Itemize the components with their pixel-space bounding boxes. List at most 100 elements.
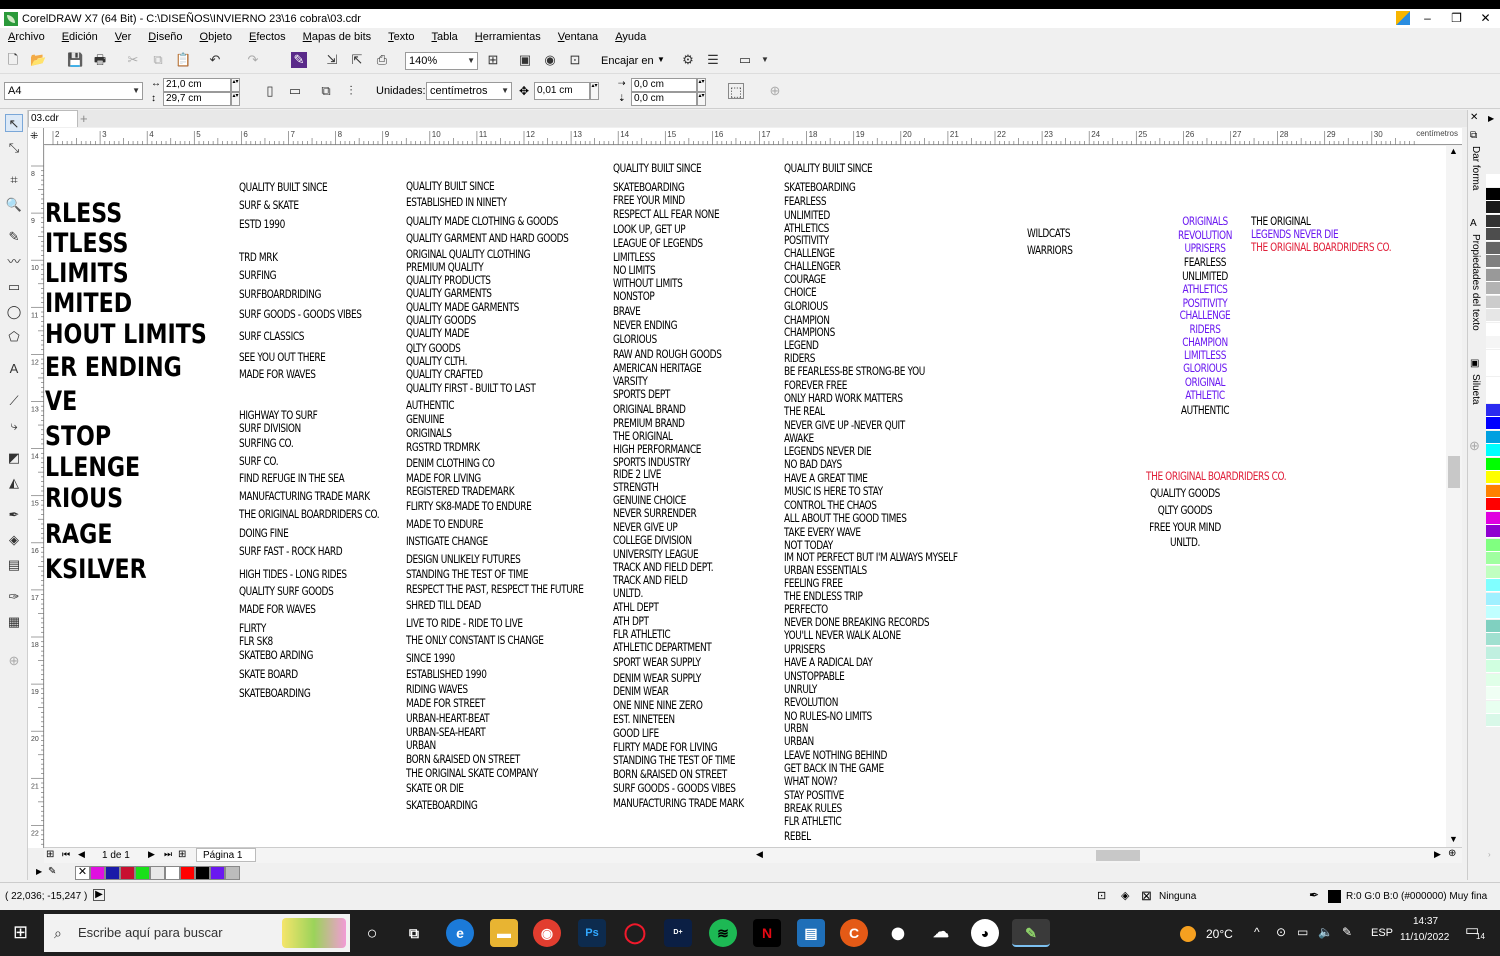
canvas-text-item[interactable]: QUALITY GARMENTS bbox=[406, 286, 492, 300]
add-tab-icon[interactable]: + bbox=[80, 111, 88, 126]
canvas-text-item[interactable]: RIDE 2 LIVE bbox=[613, 467, 661, 481]
vertical-scroll-thumb[interactable] bbox=[1448, 456, 1460, 488]
menu-efectos[interactable]: Efectos bbox=[249, 31, 286, 43]
canvas-text-item[interactable]: LIVE TO RIDE - RIDE TO LIVE bbox=[406, 616, 523, 630]
launcher-chevron-down-icon[interactable]: ▼ bbox=[757, 52, 773, 68]
canvas-text-item[interactable]: NEVER GIVE UP -NEVER QUIT bbox=[784, 418, 905, 432]
canvas-text-item[interactable]: HIGH PERFORMANCE bbox=[613, 442, 701, 456]
canvas-text-item[interactable]: ONE NINE NINE ZERO bbox=[613, 698, 703, 712]
canvas-text-item[interactable]: SHRED TILL DEAD bbox=[406, 598, 481, 612]
canvas-text-item[interactable]: SURF FAST - ROCK HARD bbox=[239, 544, 343, 558]
canvas-text-item[interactable]: BORN &RAISED ON STREET bbox=[406, 752, 520, 766]
canvas-text-item[interactable]: TRACK AND FIELD DEPT. bbox=[613, 560, 714, 574]
canvas-text-item[interactable]: MADE TO ENDURE bbox=[406, 517, 483, 531]
photoshop-icon[interactable]: Ps bbox=[578, 919, 606, 947]
canvas-text-item[interactable]: SURF & SKATE bbox=[239, 198, 299, 212]
canvas-text-item[interactable]: NO BAD DAYS bbox=[784, 457, 842, 471]
canvas-text-item[interactable]: RESPECT ALL FEAR NONE bbox=[613, 207, 720, 221]
canvas-text-item[interactable]: TRACK AND FIELD bbox=[613, 573, 688, 587]
show-grid-icon[interactable]: ⊡ bbox=[567, 52, 583, 68]
spotify-icon[interactable]: ≋ bbox=[709, 919, 737, 947]
next-page-icon[interactable]: ▶ bbox=[148, 849, 155, 860]
app-blue-icon[interactable]: ▤ bbox=[797, 919, 825, 947]
canvas-text-item[interactable]: HIGHWAY TO SURF bbox=[239, 408, 318, 422]
windows-start-icon[interactable]: ⊞ bbox=[13, 922, 28, 943]
canvas-text-item[interactable]: RGSTRD TRDMRK bbox=[406, 440, 480, 454]
canvas-text-item[interactable]: FIND REFUGE IN THE SEA bbox=[239, 471, 345, 485]
canvas-text-item[interactable]: SURF CLASSICS bbox=[239, 329, 304, 343]
canvas-text-item[interactable]: HIGH TIDES - LONG RIDES bbox=[239, 567, 347, 581]
weather-temp[interactable]: 20°C bbox=[1206, 927, 1233, 941]
canvas-text-item[interactable]: LIMITLESS bbox=[613, 250, 655, 264]
palette-swatch[interactable] bbox=[1486, 295, 1500, 309]
palette-swatch[interactable] bbox=[1486, 552, 1500, 565]
canvas-text-item[interactable]: ATHLETICS bbox=[1166, 282, 1244, 296]
palette-swatch[interactable] bbox=[1486, 417, 1500, 430]
canvas-text-item[interactable]: PREMIUM QUALITY bbox=[406, 260, 484, 274]
new-document-icon[interactable]: 🗋 bbox=[5, 52, 21, 68]
cut-icon[interactable]: ✂ bbox=[125, 52, 141, 68]
canvas-text-item[interactable]: HAVE A GREAT TIME bbox=[784, 471, 868, 485]
canvas-text-item[interactable]: QUALITY FIRST - BUILT TO LAST bbox=[406, 381, 536, 395]
canvas-text-item[interactable]: EST. NINETEEN bbox=[613, 712, 675, 726]
palette-swatch[interactable] bbox=[1486, 687, 1500, 700]
canvas-text-item[interactable]: FREE YOUR MIND bbox=[613, 193, 685, 207]
canvas-text-item[interactable]: RIOUS bbox=[45, 483, 123, 514]
canvas-text-item[interactable]: SKATEBOARDING bbox=[613, 180, 685, 194]
pick-tool-icon[interactable]: ↖ bbox=[5, 114, 23, 132]
canvas-text-item[interactable]: CHOICE bbox=[784, 285, 817, 299]
polygon-tool-icon[interactable]: ⬠ bbox=[5, 328, 23, 346]
swatch-navy[interactable] bbox=[105, 866, 120, 880]
eyedropper-icon[interactable]: ✎ bbox=[48, 866, 56, 877]
palette-swatch[interactable] bbox=[1486, 660, 1500, 673]
canvas-text-item[interactable]: PREMIUM BRAND bbox=[613, 416, 685, 430]
drawing-canvas[interactable]: RLESS ITLESS LIMITS IMITED HOUT LIMITS ER END… bbox=[45, 146, 1462, 847]
canvas-text-item[interactable]: BREAK RULES bbox=[784, 801, 842, 815]
canvas-text-item[interactable]: URBN bbox=[784, 721, 808, 735]
canvas-text-item[interactable]: QUALITY CLTH. bbox=[406, 354, 467, 368]
page-height-input[interactable]: 29,7 cm bbox=[163, 92, 231, 106]
ellipse-tool-icon[interactable]: ◯ bbox=[5, 303, 23, 321]
palette-swatch[interactable] bbox=[1486, 430, 1500, 444]
outline-pen-status-icon[interactable]: ✒ bbox=[1309, 888, 1319, 902]
canvas-text-item[interactable]: ORIGINAL QUALITY CLOTHING bbox=[406, 247, 531, 261]
transparency-tool-icon[interactable]: ◭ bbox=[5, 474, 23, 492]
canvas-text-item[interactable]: MANUFACTURING TRADE MARK bbox=[239, 489, 370, 503]
swatch-crimson[interactable] bbox=[120, 866, 135, 880]
canvas-text-item[interactable]: IMITED bbox=[45, 288, 132, 319]
canvas-text-item[interactable]: QUALITY SURF GOODS bbox=[239, 584, 334, 598]
canvas-text-item[interactable]: NONSTOP bbox=[613, 289, 655, 303]
menu-herramientas[interactable]: Herramientas bbox=[475, 31, 541, 43]
canvas-text-item[interactable]: UPRISERS bbox=[784, 642, 825, 656]
canvas-text-item[interactable]: SURFING bbox=[239, 268, 277, 282]
options-icon[interactable]: ⚙ bbox=[680, 52, 696, 68]
pen-icon[interactable]: ✎ bbox=[1342, 925, 1352, 939]
canvas-text-item[interactable]: FLR ATHLETIC bbox=[613, 627, 671, 641]
canvas-text-item[interactable]: THE ENDLESS TRIP bbox=[784, 589, 863, 603]
swatch-green[interactable] bbox=[135, 866, 150, 880]
canvas-text-item[interactable]: REVOLUTION bbox=[1166, 228, 1244, 242]
canvas-text-item[interactable]: LLENGE bbox=[45, 452, 140, 483]
full-screen-icon[interactable]: ▣ bbox=[517, 52, 533, 68]
canvas-text-item[interactable]: MADE FOR LIVING bbox=[406, 471, 481, 485]
smart-drawing-tool-icon[interactable]: 〰 bbox=[5, 253, 23, 271]
previous-page-icon[interactable]: ◀ bbox=[78, 849, 85, 860]
canvas-text-item[interactable]: UNLIMITED bbox=[784, 208, 830, 222]
canvas-text-item[interactable]: HAVE A RADICAL DAY bbox=[784, 655, 873, 669]
cloud-app-icon[interactable]: ☁ bbox=[927, 919, 955, 947]
page-size-select[interactable]: A4 ▼ bbox=[4, 82, 143, 100]
opera-icon[interactable]: ◯ bbox=[621, 919, 649, 947]
align-guides-icon[interactable]: ☰ bbox=[705, 52, 721, 68]
panda-app-icon[interactable]: ◕ bbox=[971, 919, 999, 947]
canvas-text-item[interactable]: ATHL DEPT bbox=[613, 600, 659, 614]
canvas-text-item[interactable]: IM NOT PERFECT BUT I'M ALWAYS MYSELF bbox=[784, 550, 958, 564]
canvas-text-item[interactable]: ONLY HARD WORK MATTERS bbox=[784, 391, 903, 405]
export-icon[interactable]: ⇱ bbox=[349, 52, 365, 68]
canvas-text-item[interactable]: UNRULY bbox=[784, 682, 817, 696]
scroll-up-icon[interactable]: ▲ bbox=[1449, 146, 1458, 156]
palette-swatch[interactable] bbox=[1486, 646, 1500, 660]
canvas-text-item[interactable]: WILDCATS bbox=[1027, 226, 1071, 240]
canvas-text-item[interactable]: GLORIOUS bbox=[784, 299, 828, 313]
canvas-text-item[interactable]: DENIM CLOTHING CO bbox=[406, 456, 495, 470]
tray-camera-icon[interactable]: ⊙ bbox=[1276, 925, 1286, 939]
